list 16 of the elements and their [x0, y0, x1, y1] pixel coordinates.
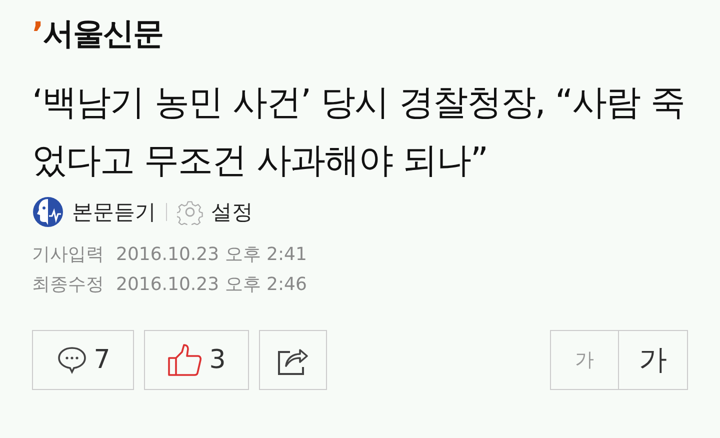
newspaper-logo: ’서울신문	[32, 15, 163, 54]
listen-button[interactable]: 본문듣기	[32, 196, 156, 228]
article-headline: ‘백남기 농민 사건’ 당시 경찰청장, “사람 죽었다고 무조건 사과해야 되나”	[32, 82, 686, 183]
thumbs-up-icon	[167, 343, 204, 377]
date-value: 2016.10.23 오후 2:41	[116, 243, 307, 267]
share-button[interactable]	[259, 330, 327, 390]
comment-button[interactable]: 7	[32, 330, 134, 390]
like-button[interactable]: 3	[144, 330, 249, 390]
larger-text-button[interactable]: 가	[619, 330, 688, 390]
speech-bubble-icon	[56, 344, 88, 376]
date-label: 최종수정	[32, 273, 104, 297]
date-label: 기사입력	[32, 243, 104, 267]
date-value: 2016.10.23 오후 2:46	[116, 273, 307, 297]
settings-icon	[177, 199, 203, 225]
settings-button[interactable]: 설정	[177, 198, 253, 226]
speaker-head-icon	[32, 196, 64, 228]
